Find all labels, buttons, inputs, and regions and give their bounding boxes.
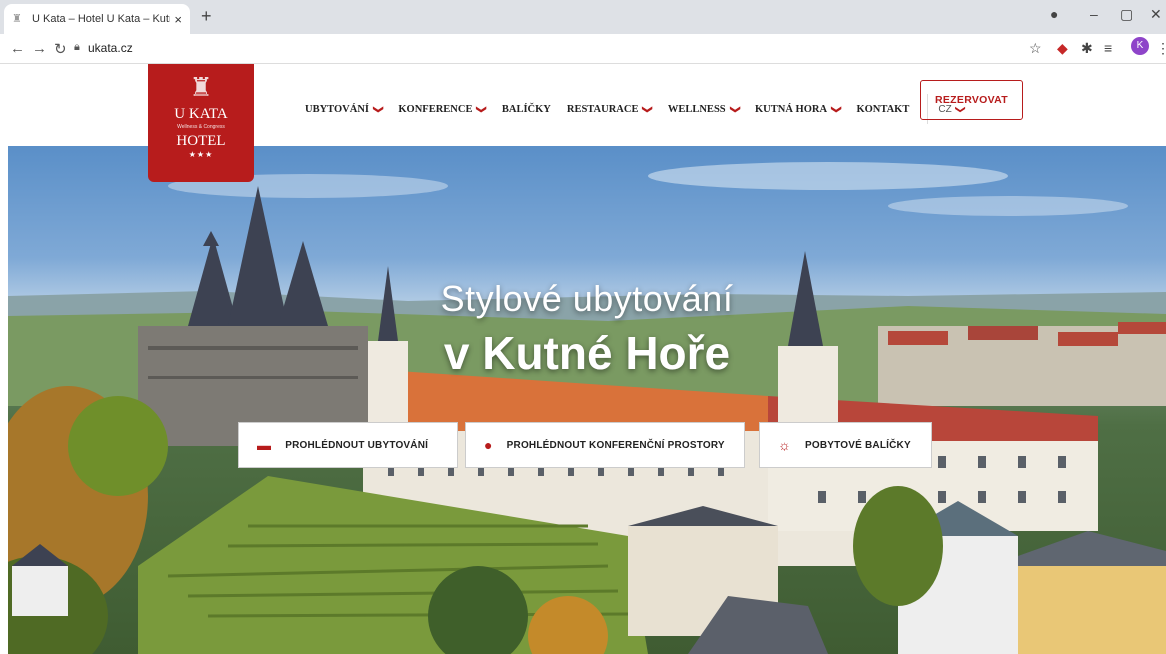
site-favicon-icon: ♜ <box>12 13 22 25</box>
nav-item-balicky[interactable]: BALÍČKY <box>502 104 551 115</box>
nav-label: UBYTOVÁNÍ <box>305 103 369 115</box>
nav-item-restaurace[interactable]: RESTAURACE ❯ <box>566 103 654 115</box>
logo-tagline: Wellness & Congress <box>177 124 225 130</box>
cta-packages-button[interactable]: ☼ POBYTOVÉ BALÍČKY <box>759 422 932 468</box>
nav-label: BALÍČKY <box>501 103 551 115</box>
profile-avatar[interactable]: K <box>1131 37 1149 55</box>
chevron-down-icon: ❯ <box>830 104 842 114</box>
new-tab-button[interactable]: + <box>201 6 212 27</box>
close-window-icon[interactable]: ✕ <box>1150 6 1162 23</box>
reserve-button[interactable]: REZERVOVAT <box>920 80 1023 120</box>
cta-label: PROHLÉDNOUT UBYTOVÁNÍ <box>285 439 429 451</box>
tab-title: U Kata – Hotel U Kata – Kutná H <box>32 13 170 25</box>
lock-icon[interactable]: 🔒︎ <box>74 41 80 54</box>
hero-banner: Stylové ubytování v Kutné Hoře ▬ PROHLÉD… <box>8 146 1166 654</box>
extensions-puzzle-icon[interactable]: ✱ <box>1081 40 1093 57</box>
cta-label: PROHLÉDNOUT KONFERENČNÍ PROSTORY <box>506 439 725 451</box>
reading-list-icon[interactable]: ≡ <box>1104 40 1112 56</box>
address-bar: ← → ↻ 🔒︎ ukata.cz ☆ ◆ ✱ ≡ ⋮ <box>0 34 1166 64</box>
profile-menu-icon[interactable]: ● <box>1050 6 1058 22</box>
url-field[interactable]: ukata.cz <box>88 41 133 55</box>
extension-icon[interactable]: ◆ <box>1057 40 1068 57</box>
close-tab-icon[interactable]: × <box>174 12 182 27</box>
sun-icon: ☼ <box>778 437 792 453</box>
chevron-down-icon: ❯ <box>729 104 741 114</box>
chevron-down-icon: ❯ <box>642 104 654 114</box>
back-icon[interactable]: ← <box>10 40 25 57</box>
browser-tab-bar: ♜ U Kata – Hotel U Kata – Kutná H × + ● … <box>0 0 1166 34</box>
minimize-icon[interactable]: – <box>1090 6 1098 22</box>
nav-label: RESTAURACE <box>566 103 639 115</box>
chevron-down-icon: ❯ <box>476 104 488 114</box>
chevron-down-icon: ❯ <box>372 104 384 114</box>
logo-stars: ★★★ <box>188 150 214 159</box>
browser-tab[interactable]: ♜ U Kata – Hotel U Kata – Kutná H × <box>4 4 190 34</box>
nav-label: KUTNÁ HORA <box>755 103 828 115</box>
person-icon: ● <box>484 437 493 453</box>
nav-label: WELLNESS <box>667 103 726 115</box>
hero-landscape-image <box>8 162 1166 654</box>
nav-item-kontakt[interactable]: KONTAKT <box>856 104 909 115</box>
hero-title-line1: Stylové ubytování <box>440 278 734 319</box>
nav-item-konference[interactable]: KONFERENCE ❯ <box>398 103 488 115</box>
hero-title-line2: v Kutné Hoře <box>443 327 731 379</box>
logo-hotel: HOTEL <box>176 133 226 149</box>
nav-item-wellness[interactable]: WELLNESS ❯ <box>667 103 741 115</box>
hotel-logo[interactable]: ♜ U KATA Wellness & Congress HOTEL ★★★ <box>148 64 254 182</box>
bed-icon: ▬ <box>257 437 272 453</box>
nav-item-ubytovani[interactable]: UBYTOVÁNÍ ❯ <box>305 103 384 115</box>
cta-label: POBYTOVÉ BALÍČKY <box>805 439 911 451</box>
logo-name: U KATA <box>174 106 228 122</box>
nav-item-kutna-hora[interactable]: KUTNÁ HORA ❯ <box>755 103 842 115</box>
castle-crest-icon: ♜ <box>189 72 213 102</box>
cta-view-rooms-button[interactable]: ▬ PROHLÉDNOUT UBYTOVÁNÍ <box>238 422 458 468</box>
maximize-icon[interactable]: ▢ <box>1120 6 1133 23</box>
nav-label: KONTAKT <box>856 103 910 115</box>
reload-icon[interactable]: ↻ <box>54 40 67 58</box>
nav-label: KONFERENCE <box>398 103 473 115</box>
browser-menu-icon[interactable]: ⋮ <box>1156 40 1166 57</box>
bookmark-star-icon[interactable]: ☆ <box>1029 40 1042 57</box>
forward-icon[interactable]: → <box>32 40 47 57</box>
main-navigation: UBYTOVÁNÍ ❯ KONFERENCE ❯ BALÍČKY RESTAURAC… <box>305 94 965 124</box>
cta-view-conference-button[interactable]: ● PROHLÉDNOUT KONFERENČNÍ PROSTORY <box>465 422 745 468</box>
